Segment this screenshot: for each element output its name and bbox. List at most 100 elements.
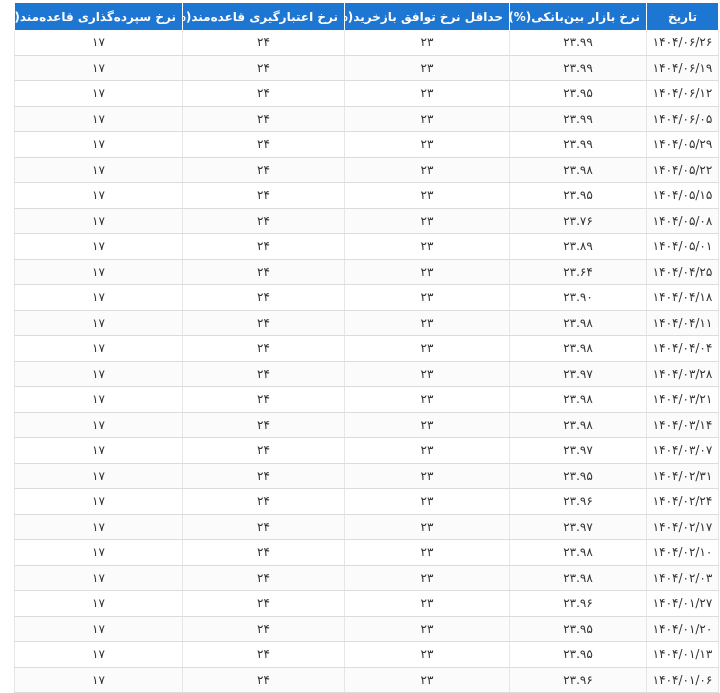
- cell-credit-rate: ۲۴: [182, 182, 345, 209]
- table-row: ۱۷ ۲۴ ۲۳ ۲۳.۸۹ ۱۴۰۴/۰۵/۰۱: [14, 233, 719, 260]
- cell-credit-rate: ۲۴: [182, 131, 345, 158]
- cell-date: ۱۴۰۴/۰۲/۳۱: [646, 463, 719, 489]
- cell-date: ۱۴۰۴/۰۳/۰۷: [646, 437, 719, 464]
- table-row: ۱۷ ۲۴ ۲۳ ۲۳.۹۹ ۱۴۰۴/۰۶/۱۹: [14, 55, 719, 81]
- header-credit-rate[interactable]: نرخ اعتبارگیری قاعده‌مند(%): [182, 3, 345, 30]
- cell-interbank-rate: ۲۳.۹۵: [509, 463, 647, 489]
- table-row: ۱۷ ۲۴ ۲۳ ۲۳.۹۸ ۱۴۰۴/۰۵/۲۲: [14, 157, 719, 183]
- cell-credit-rate: ۲۴: [182, 310, 345, 336]
- cell-deposit-rate: ۱۷: [14, 412, 183, 438]
- table-row: ۱۷ ۲۴ ۲۳ ۲۳.۹۵ ۱۴۰۴/۰۱/۱۳: [14, 641, 719, 668]
- cell-credit-rate: ۲۴: [182, 667, 345, 693]
- cell-interbank-rate: ۲۳.۹۹: [509, 106, 647, 132]
- cell-credit-rate: ۲۴: [182, 106, 345, 132]
- cell-deposit-rate: ۱۷: [14, 259, 183, 285]
- cell-credit-rate: ۲۴: [182, 284, 345, 311]
- cell-interbank-rate: ۲۳.۹۷: [509, 514, 647, 540]
- header-interbank-rate[interactable]: نرخ بازار بین‌بانکی(%): [509, 3, 647, 30]
- table-row: ۱۷ ۲۴ ۲۳ ۲۳.۹۶ ۱۴۰۴/۰۱/۰۶: [14, 667, 719, 693]
- cell-deposit-rate: ۱۷: [14, 539, 183, 566]
- cell-deposit-rate: ۱۷: [14, 437, 183, 464]
- cell-credit-rate: ۲۴: [182, 55, 345, 81]
- cell-interbank-rate: ۲۳.۷۶: [509, 208, 647, 234]
- header-repo-rate[interactable]: حداقل نرخ توافق بازخرید(%): [344, 3, 510, 30]
- cell-repo-rate: ۲۳: [344, 80, 510, 107]
- cell-deposit-rate: ۱۷: [14, 131, 183, 158]
- cell-credit-rate: ۲۴: [182, 463, 345, 489]
- cell-interbank-rate: ۲۳.۹۹: [509, 30, 647, 56]
- cell-date: ۱۴۰۴/۰۵/۰۸: [646, 208, 719, 234]
- cell-deposit-rate: ۱۷: [14, 616, 183, 642]
- cell-deposit-rate: ۱۷: [14, 80, 183, 107]
- cell-credit-rate: ۲۴: [182, 30, 345, 56]
- cell-credit-rate: ۲۴: [182, 386, 345, 413]
- cell-repo-rate: ۲۳: [344, 641, 510, 668]
- cell-interbank-rate: ۲۳.۹۷: [509, 437, 647, 464]
- cell-date: ۱۴۰۴/۰۲/۰۳: [646, 565, 719, 591]
- cell-interbank-rate: ۲۳.۹۶: [509, 590, 647, 617]
- cell-repo-rate: ۲۳: [344, 590, 510, 617]
- table-row: ۱۷ ۲۴ ۲۳ ۲۳.۹۵ ۱۴۰۴/۰۶/۱۲: [14, 80, 719, 107]
- cell-date: ۱۴۰۴/۰۵/۲۲: [646, 157, 719, 183]
- cell-repo-rate: ۲۳: [344, 412, 510, 438]
- header-row: نرخ سپرده‌گذاری قاعده‌مند(%) نرخ اعتبارگ…: [14, 3, 719, 30]
- cell-date: ۱۴۰۴/۰۴/۱۱: [646, 310, 719, 336]
- cell-deposit-rate: ۱۷: [14, 488, 183, 515]
- cell-deposit-rate: ۱۷: [14, 463, 183, 489]
- cell-repo-rate: ۲۳: [344, 233, 510, 260]
- cell-deposit-rate: ۱۷: [14, 641, 183, 668]
- cell-interbank-rate: ۲۳.۹۶: [509, 667, 647, 693]
- cell-repo-rate: ۲۳: [344, 667, 510, 693]
- cell-repo-rate: ۲۳: [344, 259, 510, 285]
- cell-interbank-rate: ۲۳.۹۸: [509, 539, 647, 566]
- cell-deposit-rate: ۱۷: [14, 233, 183, 260]
- cell-repo-rate: ۲۳: [344, 55, 510, 81]
- table-row: ۱۷ ۲۴ ۲۳ ۲۳.۹۷ ۱۴۰۴/۰۳/۰۷: [14, 437, 719, 464]
- table-row: ۱۷ ۲۴ ۲۳ ۲۳.۹۷ ۱۴۰۴/۰۳/۲۸: [14, 361, 719, 387]
- table-row: ۱۷ ۲۴ ۲۳ ۲۳.۹۰ ۱۴۰۴/۰۴/۱۸: [14, 284, 719, 311]
- cell-deposit-rate: ۱۷: [14, 565, 183, 591]
- cell-date: ۱۴۰۴/۰۵/۰۱: [646, 233, 719, 260]
- cell-interbank-rate: ۲۳.۹۸: [509, 412, 647, 438]
- cell-interbank-rate: ۲۳.۹۹: [509, 131, 647, 158]
- cell-date: ۱۴۰۴/۰۳/۱۴: [646, 412, 719, 438]
- table-row: ۱۷ ۲۴ ۲۳ ۲۳.۹۸ ۱۴۰۴/۰۲/۱۰: [14, 539, 719, 566]
- cell-deposit-rate: ۱۷: [14, 386, 183, 413]
- cell-interbank-rate: ۲۳.۹۸: [509, 310, 647, 336]
- table-row: ۱۷ ۲۴ ۲۳ ۲۳.۹۵ ۱۴۰۴/۰۱/۲۰: [14, 616, 719, 642]
- table-row: ۱۷ ۲۴ ۲۳ ۲۳.۶۴ ۱۴۰۴/۰۴/۲۵: [14, 259, 719, 285]
- cell-date: ۱۴۰۴/۰۶/۱۲: [646, 80, 719, 107]
- cell-repo-rate: ۲۳: [344, 157, 510, 183]
- cell-date: ۱۴۰۴/۰۶/۰۵: [646, 106, 719, 132]
- cell-repo-rate: ۲۳: [344, 514, 510, 540]
- cell-date: ۱۴۰۴/۰۶/۱۹: [646, 55, 719, 81]
- cell-date: ۱۴۰۴/۰۴/۰۴: [646, 335, 719, 362]
- cell-credit-rate: ۲۴: [182, 157, 345, 183]
- cell-interbank-rate: ۲۳.۶۴: [509, 259, 647, 285]
- cell-repo-rate: ۲۳: [344, 616, 510, 642]
- cell-interbank-rate: ۲۳.۹۶: [509, 488, 647, 515]
- cell-date: ۱۴۰۴/۰۴/۲۵: [646, 259, 719, 285]
- cell-credit-rate: ۲۴: [182, 361, 345, 387]
- cell-deposit-rate: ۱۷: [14, 157, 183, 183]
- cell-credit-rate: ۲۴: [182, 514, 345, 540]
- cell-interbank-rate: ۲۳.۹۰: [509, 284, 647, 311]
- cell-date: ۱۴۰۴/۰۴/۱۸: [646, 284, 719, 311]
- cell-credit-rate: ۲۴: [182, 565, 345, 591]
- cell-date: ۱۴۰۴/۰۲/۱۷: [646, 514, 719, 540]
- cell-repo-rate: ۲۳: [344, 284, 510, 311]
- cell-interbank-rate: ۲۳.۹۵: [509, 80, 647, 107]
- cell-deposit-rate: ۱۷: [14, 361, 183, 387]
- cell-deposit-rate: ۱۷: [14, 284, 183, 311]
- table-row: ۱۷ ۲۴ ۲۳ ۲۳.۹۸ ۱۴۰۴/۰۴/۱۱: [14, 310, 719, 336]
- table-row: ۱۷ ۲۴ ۲۳ ۲۳.۹۵ ۱۴۰۴/۰۲/۳۱: [14, 463, 719, 489]
- table-row: ۱۷ ۲۴ ۲۳ ۲۳.۷۶ ۱۴۰۴/۰۵/۰۸: [14, 208, 719, 234]
- cell-credit-rate: ۲۴: [182, 80, 345, 107]
- cell-deposit-rate: ۱۷: [14, 667, 183, 693]
- table-row: ۱۷ ۲۴ ۲۳ ۲۳.۹۶ ۱۴۰۴/۰۲/۲۴: [14, 488, 719, 515]
- header-deposit-rate[interactable]: نرخ سپرده‌گذاری قاعده‌مند(%): [14, 3, 183, 30]
- header-date[interactable]: تاریخ: [646, 3, 719, 30]
- cell-credit-rate: ۲۴: [182, 590, 345, 617]
- cell-deposit-rate: ۱۷: [14, 30, 183, 56]
- cell-repo-rate: ۲۳: [344, 488, 510, 515]
